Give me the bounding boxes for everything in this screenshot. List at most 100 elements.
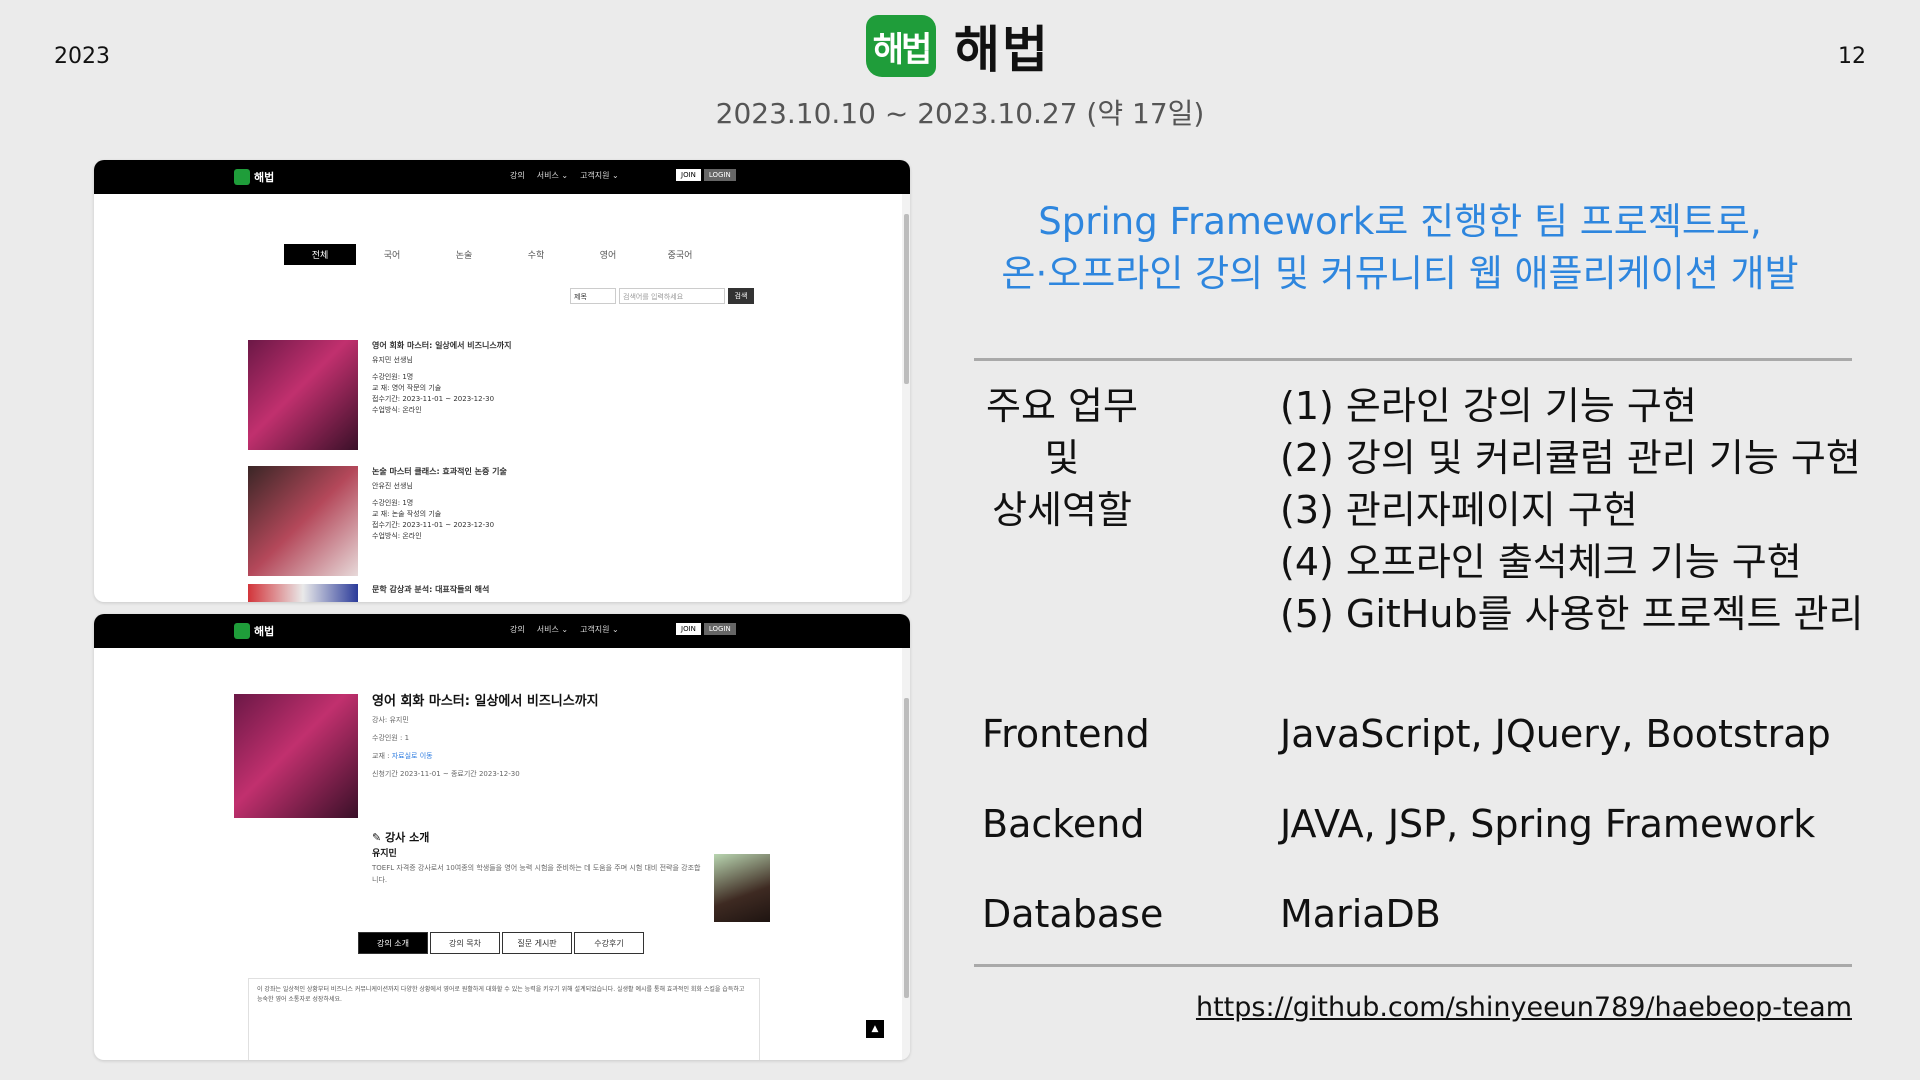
login-button[interactable]: LOGIN [703,169,736,181]
textbook-label: 교재 : [372,752,390,760]
tab-reviews[interactable]: 수강후기 [574,932,644,954]
site-logo-icon [234,169,250,185]
site-menu: 강의 서비스 ⌄ 고객지원 ⌄ [510,624,619,635]
course-thumbnail[interactable] [248,466,358,576]
list-item[interactable]: 논술 마스터 클래스: 효과적인 논증 기술 안유진 선생님 수강인원: 1명 … [248,466,507,576]
detail-tabs: 강의 소개 강의 목차 질문 게시판 수강후기 [358,932,644,954]
menu-item-lecture[interactable]: 강의 [510,624,525,635]
scrollbar-thumb[interactable] [904,214,909,384]
tab-math[interactable]: 수학 [500,244,572,265]
course-info: 논술 마스터 클래스: 효과적인 논증 기술 안유진 선생님 수강인원: 1명 … [372,466,507,576]
instructor-section: ✎ 강사 소개 유지민 TOEFL 자격증 강사로서 10여종의 학생들을 영어… [372,832,702,886]
search-button[interactable]: 검색 [728,288,754,304]
stack-row-backend: Backend JAVA, JSP, Spring Framework [982,802,1815,846]
page-number: 12 [1838,44,1866,69]
course-title[interactable]: 영어 회화 마스터: 일상에서 비즈니스까지 [372,340,511,351]
auth-buttons: JOIN LOGIN [676,169,736,181]
search-type-select[interactable]: 제목 [570,288,616,304]
join-button[interactable]: JOIN [676,623,701,635]
task-item: (2) 강의 및 커리큘럼 관리 기능 구현 [1280,436,1861,480]
menu-item-service[interactable]: 서비스 ⌄ [537,624,568,635]
tab-english[interactable]: 영어 [572,244,644,265]
tab-chinese[interactable]: 중국어 [644,244,716,265]
tab-korean[interactable]: 국어 [356,244,428,265]
menu-item-support[interactable]: 고객지원 ⌄ [580,170,619,181]
join-button[interactable]: JOIN [676,169,701,181]
list-item[interactable]: 영어 회화 마스터: 일상에서 비즈니스까지 유지민 선생님 수강인원: 1명 … [248,340,511,450]
menu-item-service[interactable]: 서비스 ⌄ [537,170,568,181]
site-navbar: 해법 강의 서비스 ⌄ 고객지원 ⌄ JOIN LOGIN [94,160,910,194]
project-period: 2023.10.10 ~ 2023.10.27 (약 17일) [715,97,1205,130]
auth-buttons: JOIN LOGIN [676,623,736,635]
stack-value: JavaScript, JQuery, Bootstrap [1280,712,1831,756]
headline-line-1: Spring Framework로 진행한 팀 프로젝트로, [1038,200,1762,243]
course-detail-title: 영어 회화 마스터: 일상에서 비즈니스까지 [372,694,599,709]
course-mode: 수업방식: 온라인 [372,532,422,540]
course-enrolled: 수강인원: 1명 [372,373,414,381]
list-item[interactable]: 문학 감상과 분석: 대표작들의 해석 [248,584,489,602]
course-teacher: 안유진 선생님 [372,482,413,490]
course-detail-period: 신청기간 2023-11-01 ~ 종료기간 2023-12-30 [372,770,520,778]
search-bar: 제목 검색어를 입력하세요 검색 [570,288,754,304]
tab-course-contents[interactable]: 강의 목차 [430,932,500,954]
course-detail-enrolled: 수강인원 : 1 [372,734,410,742]
stack-label: Backend [982,802,1145,846]
tab-all[interactable]: 전체 [284,244,356,265]
instructor-name: 유지민 [372,849,397,859]
textbook-link[interactable]: 자료실로 이동 [392,752,433,760]
course-thumbnail[interactable] [248,340,358,450]
course-mode: 수업방식: 온라인 [372,406,422,414]
tab-course-intro[interactable]: 강의 소개 [358,932,428,954]
site-menu: 강의 서비스 ⌄ 고객지원 ⌄ [510,170,619,181]
tab-essay[interactable]: 논술 [428,244,500,265]
login-button[interactable]: LOGIN [703,623,736,635]
course-cover-image [234,694,358,818]
site-logo-text: 해법 [254,625,275,638]
task-item: (5) GitHub를 사용한 프로젝트 관리 [1280,592,1864,636]
site-logo[interactable]: 해법 [234,169,274,185]
roles-label-line: 주요 업무 [986,384,1138,428]
course-textbook: 교 재: 영어 작문의 기술 [372,384,442,392]
menu-item-support[interactable]: 고객지원 ⌄ [580,624,619,635]
course-teacher: 유지민 선생님 [372,356,413,364]
course-period: 접수기간: 2023-11-01 ~ 2023-12-30 [372,395,495,403]
divider-top [974,358,1852,361]
task-item: (4) 오프라인 출석체크 기능 구현 [1280,540,1802,584]
roles-label-line: 및 [1044,436,1080,480]
course-description: 이 강좌는 일상적인 상황부터 비즈니스 커뮤니케이션까지 다양한 상황에서 영… [248,978,760,1060]
course-list-screenshot: 해법 강의 서비스 ⌄ 고객지원 ⌄ JOIN LOGIN 전체 국어 논술 수… [94,160,910,602]
scrollbar-thumb[interactable] [904,698,909,998]
github-link[interactable]: https://github.com/shinyeeun789/haebeop-… [1196,992,1852,1023]
scroll-top-button[interactable]: ▲ [866,1020,884,1038]
site-logo-icon [234,623,250,639]
instructor-heading-text: 강사 소개 [385,831,430,844]
brand-name: 해법 [954,21,1050,79]
course-detail-textbook: 교재 : 자료실로 이동 [372,750,599,762]
course-enrolled: 수강인원: 1명 [372,499,414,507]
search-input[interactable]: 검색어를 입력하세요 [619,288,725,304]
course-detail-teacher: 강사: 유지민 [372,716,409,724]
headline-line-2: 온·오프라인 강의 및 커뮤니티 웹 애플리케이션 개발 [1001,252,1799,295]
instructor-heading: ✎ 강사 소개 [372,832,702,844]
scrollbar[interactable] [902,194,910,602]
task-item: (3) 관리자페이지 구현 [1280,488,1638,532]
course-info: 문학 감상과 분석: 대표작들의 해석 [372,584,489,602]
stack-value: MariaDB [1280,892,1441,936]
stack-row-database: Database MariaDB [982,892,1441,936]
site-logo-text: 해법 [254,171,275,184]
course-title[interactable]: 논술 마스터 클래스: 효과적인 논증 기술 [372,466,507,477]
stack-value: JAVA, JSP, Spring Framework [1280,802,1816,846]
menu-item-lecture[interactable]: 강의 [510,170,525,181]
roles-label-line: 상세역할 [992,488,1132,532]
stack-label: Frontend [982,712,1150,756]
course-thumbnail[interactable] [248,584,358,602]
course-title[interactable]: 문학 감상과 분석: 대표작들의 해석 [372,584,489,595]
site-logo[interactable]: 해법 [234,623,274,639]
divider-bottom [974,964,1852,967]
logo-icon: 해법 [866,15,936,77]
instructor-photo [714,854,770,922]
scrollbar[interactable] [902,648,910,1060]
tab-qna-board[interactable]: 질문 게시판 [502,932,572,954]
course-period: 접수기간: 2023-11-01 ~ 2023-12-30 [372,521,495,529]
instructor-bio: TOEFL 자격증 강사로서 10여종의 학생들을 영어 능력 시험을 준비하는… [372,864,701,884]
